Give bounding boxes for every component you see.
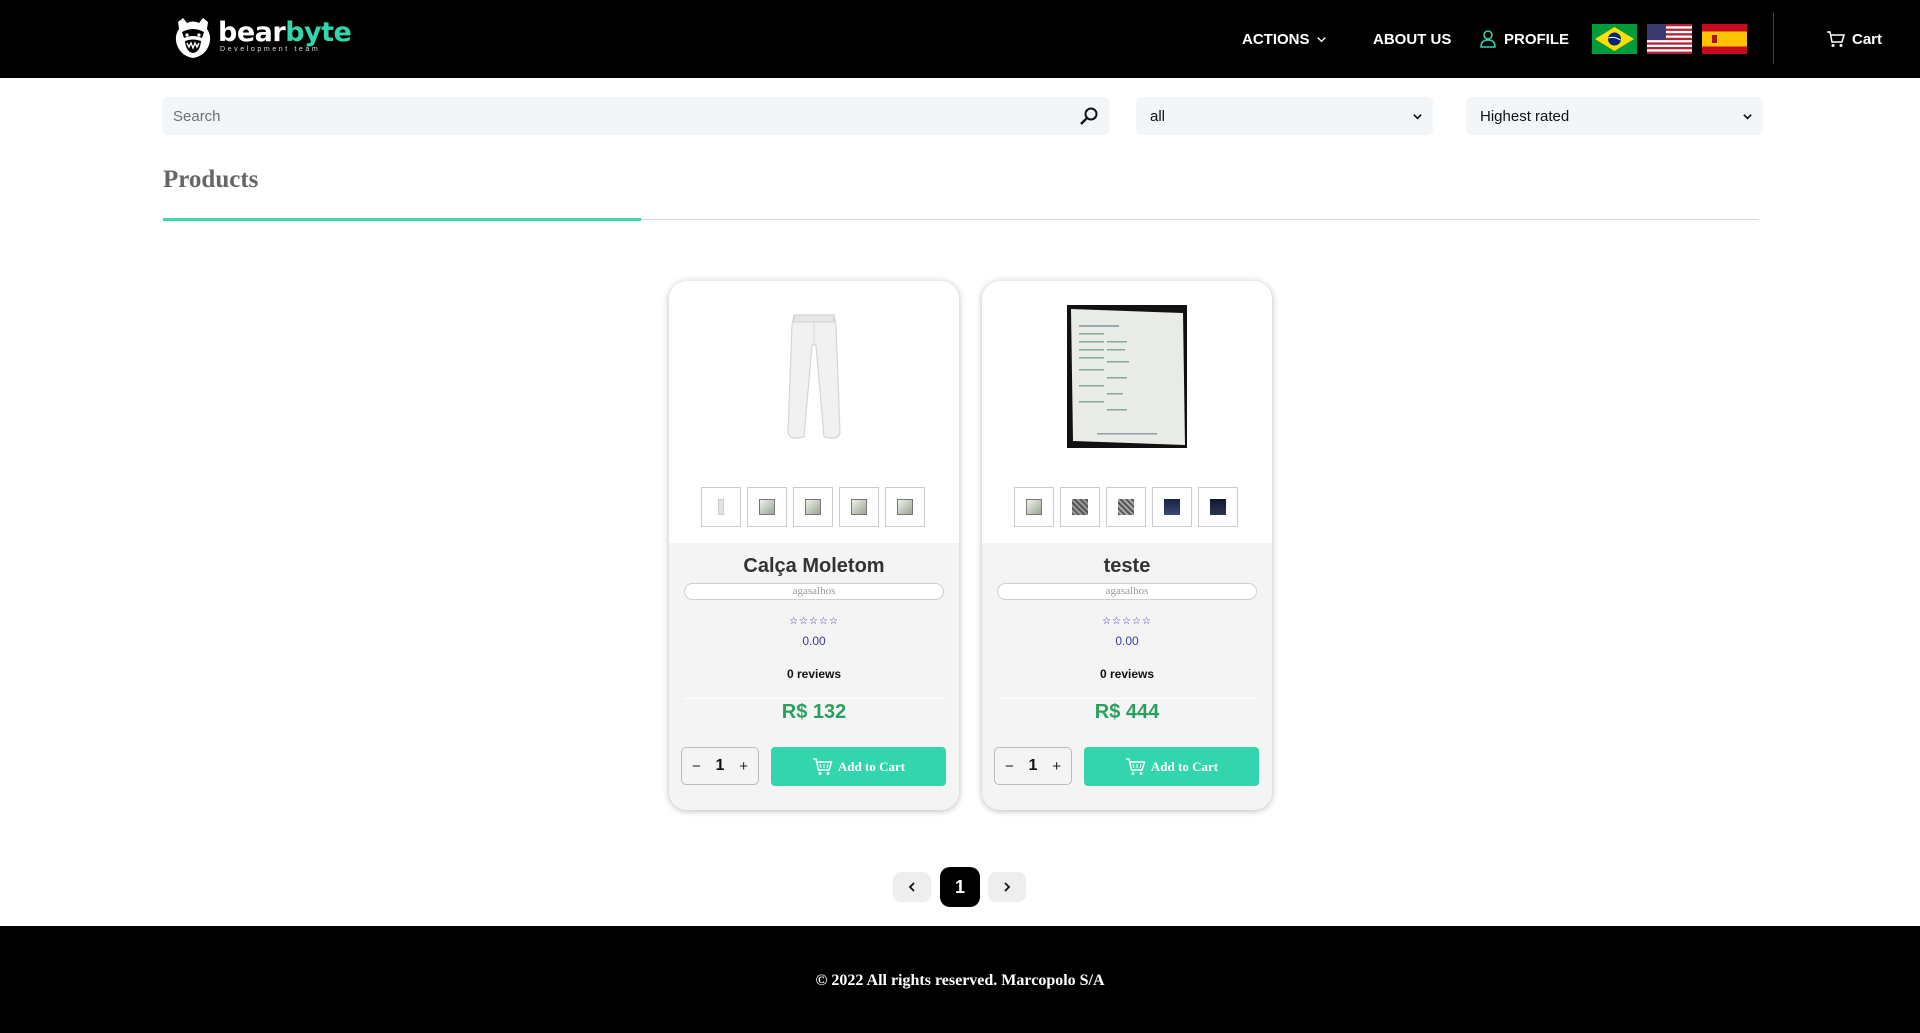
next-page-button[interactable] [988,872,1026,902]
chevron-left-icon [908,882,915,892]
decrement-button[interactable]: − [692,758,701,775]
product-image-screen-photo[interactable] [1067,305,1187,448]
thumbnail[interactable] [747,487,787,527]
price-divider [997,698,1257,699]
increment-button[interactable]: + [739,758,748,775]
product-details: teste agasalhos ☆☆☆☆☆ 0.00 0 reviews R$ … [982,543,1272,810]
product-name[interactable]: teste [982,555,1272,578]
sort-select[interactable]: Highest rated [1466,97,1763,135]
thumbnail-strip [701,487,925,527]
quantity-value: 1 [715,757,725,774]
chevron-right-icon [1004,882,1011,892]
top-navbar: bearbyte Development team ACTIONS ABOUT … [0,0,1920,78]
category-select-value: all [1150,107,1166,125]
product-card: teste agasalhos ☆☆☆☆☆ 0.00 0 reviews R$ … [982,281,1272,810]
product-details: Calça Moletom agasalhos ☆☆☆☆☆ 0.00 0 rev… [669,543,959,810]
add-to-cart-button[interactable]: Add to Cart [1084,747,1259,786]
bearbyte-logo[interactable]: bearbyte Development team [172,15,352,61]
thumbnail-strip [1014,487,1238,527]
logo-word-accent: byte [285,17,352,48]
profile-label: PROFILE [1504,30,1570,48]
about-us-link[interactable]: ABOUT US [1373,0,1451,78]
search-bar [162,97,1109,135]
cart-label: Cart [1852,30,1883,48]
thumbnail[interactable] [885,487,925,527]
search-input[interactable] [162,97,1062,135]
logo-word-primary: bear [218,17,286,48]
bear-head-icon [175,18,211,58]
footer: © 2022 All rights reserved. Marcopolo S/… [0,926,1920,1033]
thumbnail[interactable] [1014,487,1054,527]
product-image-sweatpants[interactable] [754,305,874,448]
product-price: R$ 132 [781,701,847,723]
star-rating: ☆☆☆☆☆ [1102,616,1152,627]
sort-select-value: Highest rated [1480,107,1570,125]
about-us-label: ABOUT US [1373,30,1452,48]
thumbnail[interactable] [1198,487,1238,527]
page-title: Products [163,166,259,193]
rating-value: 0.00 [802,634,826,648]
actions-label: ACTIONS [1242,30,1310,48]
add-to-cart-button[interactable]: Add to Cart [771,747,946,786]
add-to-cart-label: Add to Cart [1150,758,1219,774]
cart-link[interactable]: Cart [1826,0,1882,78]
flag-usa-icon[interactable] [1647,24,1692,54]
copyright-text: © 2022 All rights reserved. Marcopolo S/… [815,972,1105,989]
thumbnail[interactable] [1106,487,1146,527]
quantity-stepper: − 1 + [994,747,1072,785]
category-select[interactable]: all [1136,97,1433,135]
thumbnail[interactable] [839,487,879,527]
product-price: R$ 444 [1094,701,1160,723]
flag-spain-icon[interactable] [1702,24,1747,54]
search-icon[interactable] [1079,106,1099,126]
rating-value: 0.00 [1115,634,1139,648]
product-image-area [669,281,959,541]
category-badge: agasalhos [997,583,1257,600]
cart-icon [812,757,833,775]
price-divider [684,698,944,699]
actions-menu[interactable]: ACTIONS [1242,0,1327,78]
quantity-stepper: − 1 + [681,747,759,785]
reviews-count: 0 reviews [786,667,842,681]
product-name[interactable]: Calça Moletom [669,555,959,578]
title-accent-bar [163,218,641,221]
thumbnail[interactable] [1060,487,1100,527]
cart-icon [1125,757,1146,775]
add-to-cart-label: Add to Cart [837,758,906,774]
thumbnail[interactable] [1152,487,1192,527]
quantity-value: 1 [1028,757,1038,774]
category-badge: agasalhos [684,583,944,600]
thumbnail[interactable] [793,487,833,527]
star-rating: ☆☆☆☆☆ [789,616,839,627]
reviews-count: 0 reviews [1099,667,1155,681]
navbar-divider [1773,13,1774,64]
previous-page-button[interactable] [893,872,931,902]
chevron-down-icon [1743,114,1752,120]
flag-brazil-icon[interactable] [1592,24,1637,54]
chevron-down-icon [1413,114,1422,120]
profile-link[interactable]: PROFILE [1480,0,1569,78]
decrement-button[interactable]: − [1005,758,1014,775]
cart-icon [1827,30,1845,47]
chevron-down-icon [1316,36,1326,42]
thumbnail[interactable] [701,487,741,527]
current-page-button[interactable]: 1 [940,867,980,907]
user-icon [1480,30,1496,48]
product-card: Calça Moletom agasalhos ☆☆☆☆☆ 0.00 0 rev… [669,281,959,810]
increment-button[interactable]: + [1052,758,1061,775]
product-image-area [982,281,1272,541]
